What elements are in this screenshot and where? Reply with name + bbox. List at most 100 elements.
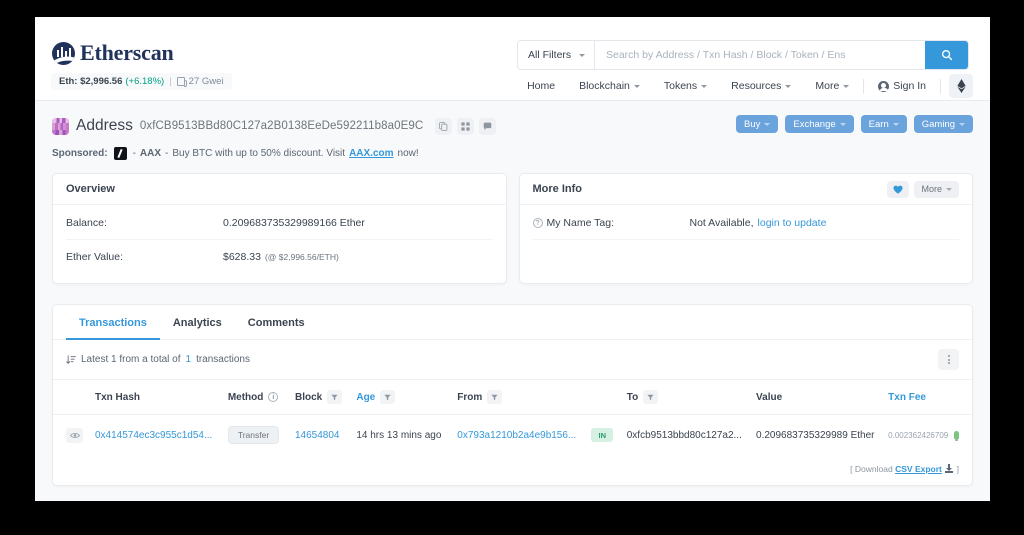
nav-item-tokens[interactable]: Tokens	[652, 80, 719, 92]
aax-logo-icon	[113, 147, 127, 160]
table-body: 0x414574ec3c955c1d54... Transfer 1465480…	[53, 415, 972, 456]
exchange-button[interactable]: Exchange	[785, 115, 854, 133]
message-icon[interactable]	[479, 117, 497, 135]
chevron-down-icon	[946, 187, 952, 191]
count-prefix: Latest 1 from a total of	[81, 354, 181, 365]
cell-direction: IN	[585, 415, 620, 456]
value-amount: 0.209683735329989 Ether	[756, 429, 875, 441]
chevron-down-icon	[579, 53, 585, 57]
more-dropdown-button[interactable]: More	[914, 180, 959, 198]
gas-bulb-icon	[954, 430, 959, 441]
nav-item-resources[interactable]: Resources	[719, 80, 803, 92]
info-icon[interactable]: i	[268, 392, 279, 402]
filter-icon[interactable]	[380, 390, 396, 404]
gas-pump-icon	[176, 77, 187, 87]
nav-label-tokens: Tokens	[663, 80, 698, 92]
more-info-card: More Info More ? My Name Tag: Not Availa…	[518, 173, 973, 284]
earn-button[interactable]: Earn	[860, 115, 907, 133]
search-bar: All Filters	[517, 40, 969, 70]
help-icon[interactable]: ?	[532, 218, 543, 228]
sponsored-banner: Sponsored: - AAX - Buy BTC with up to 50…	[52, 147, 973, 173]
search-input[interactable]	[595, 41, 925, 69]
funnel-glyph	[384, 394, 391, 400]
brand-name: Etherscan	[80, 40, 174, 65]
cell-value: 0.209683735329989 Ether	[750, 415, 882, 456]
preview-eye-icon[interactable]	[66, 427, 83, 443]
cell-eye	[53, 415, 89, 456]
transaction-count-line: Latest 1 from a total of 1 transactions	[66, 354, 250, 365]
nav-item-home[interactable]: Home	[515, 80, 567, 92]
etherscan-logo-icon	[52, 41, 75, 65]
name-tag-key-wrap: ? My Name Tag:	[532, 217, 690, 229]
chevron-down-icon	[785, 84, 792, 88]
gaming-button[interactable]: Gaming	[913, 115, 973, 133]
nav-label-blockchain: Blockchain	[579, 80, 630, 92]
tab-transactions[interactable]: Transactions	[66, 305, 160, 340]
cell-block: 14654804	[289, 415, 350, 456]
more-info-card-header: More Info More	[519, 174, 972, 205]
th-to: To	[620, 380, 751, 415]
eth-price-change: (+6.18%)	[125, 76, 165, 87]
txn-hash-link[interactable]: 0x414574ec3c955c1d54...	[95, 430, 212, 441]
eth-price-badge[interactable]: Eth: $2,996.56 (+6.18%) | 27 Gwei	[51, 73, 232, 90]
table-options-menu-icon[interactable]	[938, 349, 959, 370]
th-txn-fee[interactable]: Txn Fee	[882, 380, 972, 415]
buy-button[interactable]: Buy	[736, 115, 779, 133]
summary-cards: Overview Balance: 0.209683735329989166 E…	[52, 173, 973, 284]
th-age[interactable]: Age	[350, 380, 452, 415]
all-filters-dropdown[interactable]: All Filters	[518, 41, 595, 69]
csv-export-row: [ Download CSV Export ]	[53, 455, 972, 485]
favorite-heart-icon[interactable]	[887, 180, 910, 198]
name-tag-value: Not Available,	[689, 217, 754, 229]
table-row: 0x414574ec3c955c1d54... Transfer 1465480…	[53, 415, 972, 456]
copy-glyph	[439, 121, 448, 131]
from-address-link[interactable]: 0x793a1210b2a4e9b156...	[457, 430, 576, 441]
block-link[interactable]: 14654804	[295, 430, 340, 441]
gaming-label: Gaming	[921, 118, 955, 130]
gas-price-label: 27 Gwei	[188, 76, 224, 87]
th-block: Block	[288, 380, 351, 415]
count-number[interactable]: 1	[186, 354, 192, 365]
etherscan-logo-link[interactable]: Etherscan	[52, 40, 174, 66]
filter-icon[interactable]	[487, 390, 503, 404]
csv-export-link[interactable]: CSV Export	[895, 464, 942, 474]
ethereum-network-button[interactable]	[949, 74, 973, 98]
filter-icon[interactable]	[643, 390, 659, 404]
bracket-close: ]	[956, 464, 959, 474]
chat-bubble-glyph	[484, 122, 492, 130]
balance-value: 0.209683735329989166 Ether	[223, 217, 365, 229]
ether-value-key: Ether Value:	[66, 250, 124, 263]
th-method: Method i	[221, 380, 289, 415]
search-button[interactable]	[925, 41, 968, 69]
sponsored-dash-1: -	[132, 148, 136, 159]
filter-icon[interactable]	[327, 390, 343, 404]
th-from-label: From	[457, 391, 483, 403]
sponsored-link[interactable]: AAX.com	[349, 148, 393, 159]
login-to-update-link[interactable]: login to update	[758, 217, 827, 229]
qr-code-icon[interactable]	[457, 117, 475, 135]
th-to-label: To	[626, 391, 639, 403]
funnel-glyph	[331, 394, 338, 400]
top-header-bar: Etherscan Eth: $2,996.56 (+6.18%) | 27 G…	[35, 17, 990, 101]
th-eye	[53, 380, 89, 415]
th-method-label: Method	[227, 391, 264, 403]
transactions-panel: Transactions Analytics Comments Latest 1…	[52, 304, 973, 486]
nav-item-blockchain[interactable]: Blockchain	[567, 80, 652, 92]
tab-analytics[interactable]: Analytics	[160, 305, 235, 340]
th-txn-hash: Txn Hash	[89, 380, 222, 415]
price-separator: |	[169, 76, 172, 87]
th-txn-hash-label: Txn Hash	[95, 391, 141, 403]
tab-transactions-label: Transactions	[79, 317, 147, 329]
sponsored-tail: now!	[397, 148, 419, 159]
overview-title: Overview	[66, 183, 115, 195]
main-navigation: Home Blockchain Tokens Resources More Si…	[515, 74, 973, 98]
bracket-open: [	[850, 464, 853, 474]
table-header-row: Txn Hash Method i Block Age From To Valu…	[53, 380, 972, 415]
download-icon[interactable]	[945, 464, 954, 473]
th-direction	[585, 380, 621, 415]
sign-in-button[interactable]: Sign In	[866, 80, 938, 92]
tab-comments[interactable]: Comments	[235, 305, 318, 340]
address-actions	[435, 117, 497, 135]
nav-item-more[interactable]: More	[803, 80, 861, 92]
copy-icon[interactable]	[435, 117, 453, 135]
